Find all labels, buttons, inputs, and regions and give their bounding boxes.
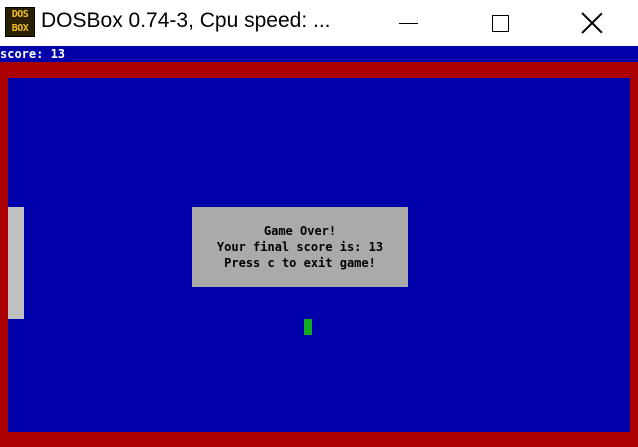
ball xyxy=(304,319,312,335)
game-over-title: Game Over! xyxy=(263,224,337,238)
dosbox-icon[interactable]: DOS BOX xyxy=(5,7,35,37)
exit-instruction: Press c to exit game! xyxy=(224,256,376,270)
player-paddle xyxy=(8,207,24,319)
playfield: Game Over! Your final score is: 13 Press… xyxy=(8,78,630,432)
icon-label-top: DOS xyxy=(11,9,29,20)
maximize-button[interactable] xyxy=(477,0,523,46)
close-button[interactable] xyxy=(569,0,615,46)
dos-screen[interactable]: score: 13 Game Over! Your final score is… xyxy=(0,46,638,447)
playfield-border: Game Over! Your final score is: 13 Press… xyxy=(0,62,638,447)
minimize-icon xyxy=(398,22,418,24)
icon-label-bottom: BOX xyxy=(11,23,29,34)
game-over-dialog: Game Over! Your final score is: 13 Press… xyxy=(192,207,408,287)
dosbox-window: DOS BOX DOSBox 0.74-3, Cpu speed: ... sc… xyxy=(0,0,638,447)
minimize-button[interactable] xyxy=(385,0,431,46)
maximize-icon xyxy=(491,14,509,32)
window-title: DOSBox 0.74-3, Cpu speed: ... xyxy=(41,9,331,32)
final-score-text: Your final score is: 13 xyxy=(216,240,384,254)
title-bar[interactable]: DOS BOX DOSBox 0.74-3, Cpu speed: ... xyxy=(0,0,638,46)
close-icon xyxy=(581,12,603,34)
score-display: score: 13 xyxy=(0,46,638,62)
